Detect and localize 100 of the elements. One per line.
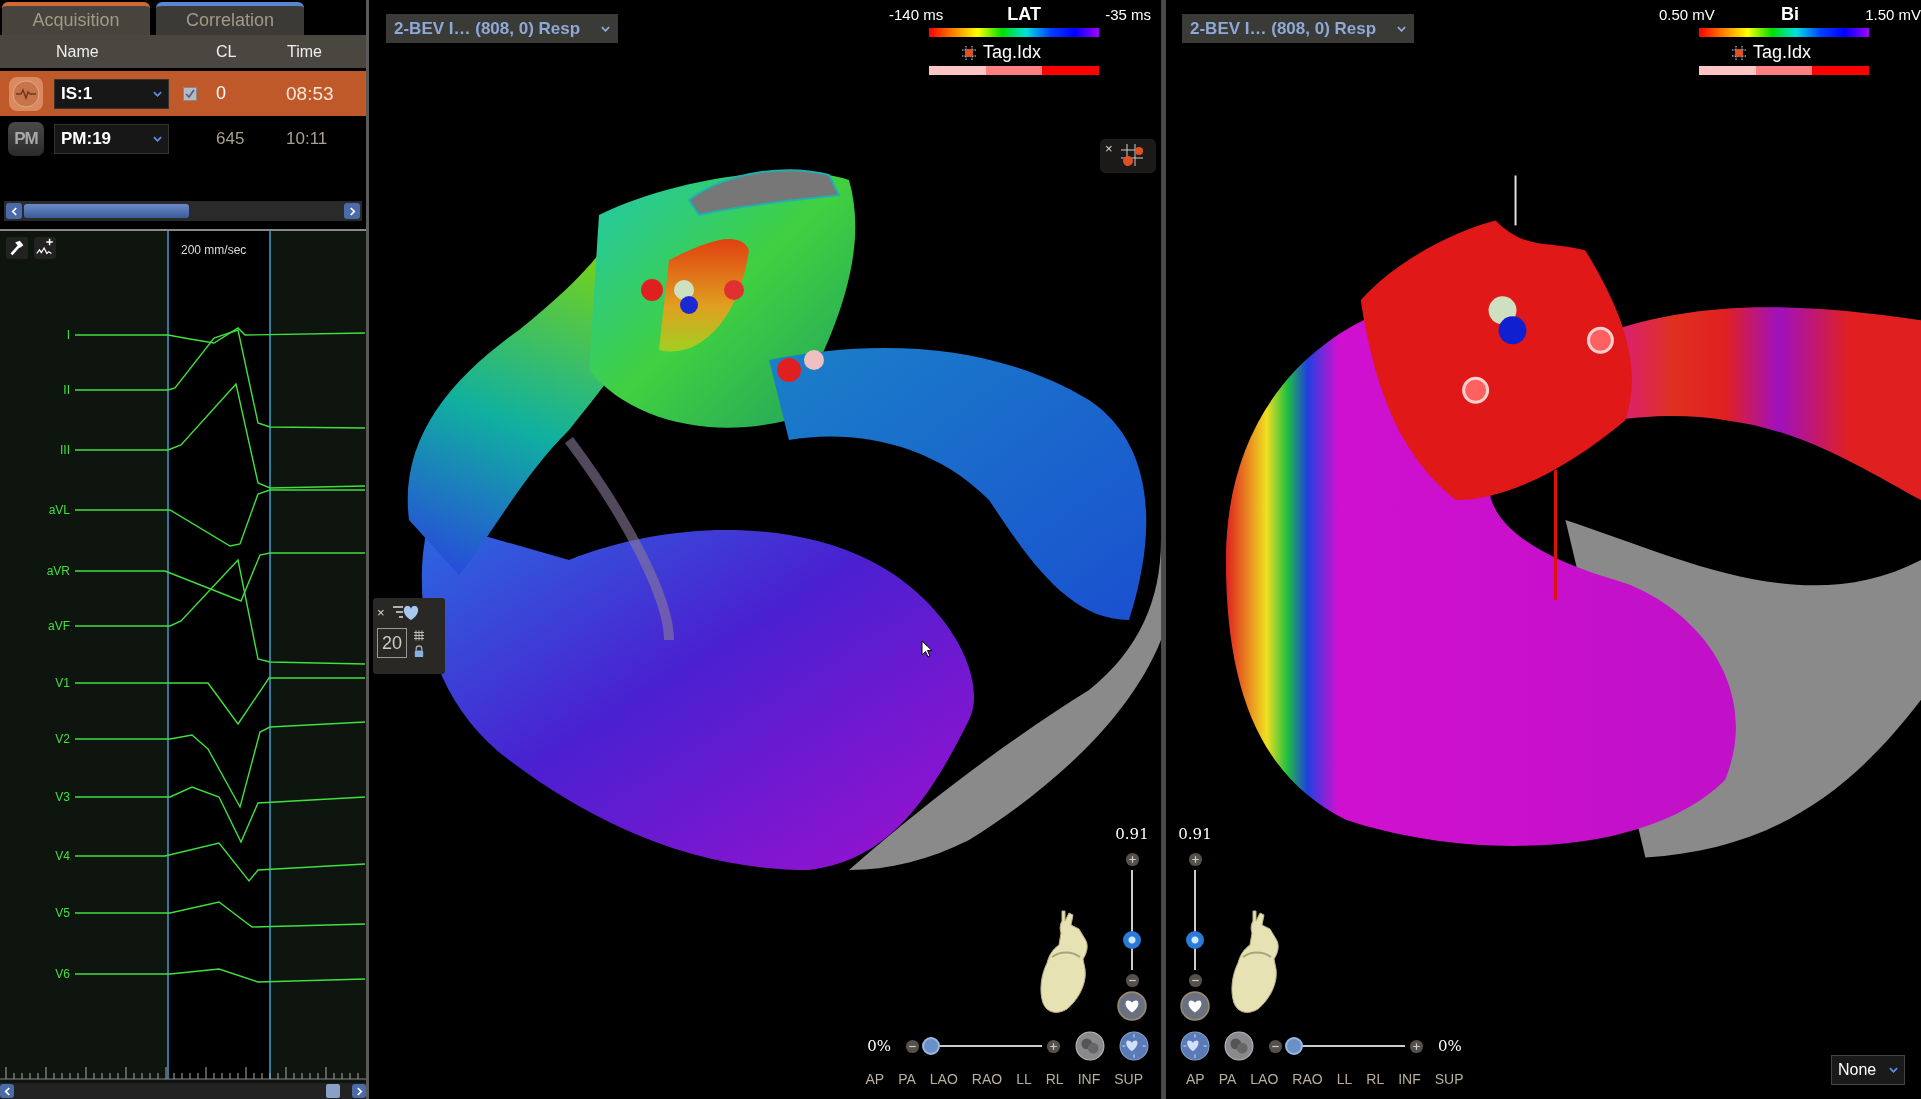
view-button[interactable]: SUP bbox=[1108, 1071, 1149, 1087]
slider-thumb[interactable] bbox=[1123, 931, 1141, 949]
heart-clock-button[interactable] bbox=[1119, 1031, 1149, 1061]
scrollbar[interactable] bbox=[4, 201, 362, 221]
zoom-in-icon[interactable] bbox=[1187, 852, 1203, 867]
column-header: Name bbox=[56, 42, 99, 61]
chevron-left-icon bbox=[3, 1086, 11, 1096]
mapped-surface[interactable] bbox=[407, 169, 856, 575]
cardiac-surface-drawing[interactable] bbox=[1225, 220, 1921, 858]
close-button[interactable]: × bbox=[377, 605, 385, 619]
table-row[interactable]: PM PM:19 645 10:11 bbox=[0, 116, 366, 161]
view-button[interactable]: PA bbox=[1212, 1071, 1243, 1087]
mapped-surface[interactable] bbox=[769, 348, 1147, 620]
lock-icon[interactable] bbox=[413, 644, 425, 658]
view-button[interactable]: RAO bbox=[965, 1071, 1009, 1087]
column-header: CL bbox=[216, 42, 237, 61]
signal-icon bbox=[8, 75, 44, 112]
scroll-right-button[interactable] bbox=[344, 203, 360, 219]
scroll-left-button[interactable] bbox=[0, 1084, 14, 1098]
slider-thumb[interactable] bbox=[1186, 931, 1204, 949]
view-button[interactable]: RAO bbox=[1286, 1071, 1329, 1087]
axis-line bbox=[1514, 174, 1517, 227]
table-cell: 0 bbox=[216, 83, 226, 104]
caret-icon bbox=[1397, 25, 1406, 32]
tag-marker[interactable] bbox=[724, 280, 744, 300]
map-selector-dropdown[interactable]: 2-BEV I… (808, 0) Resp bbox=[386, 14, 618, 43]
lead-label: V2 bbox=[55, 732, 70, 746]
view-button[interactable]: AP bbox=[1180, 1071, 1211, 1087]
view-button[interactable]: LAO bbox=[1244, 1071, 1285, 1087]
lead-label: aVR bbox=[46, 564, 70, 578]
close-button[interactable]: × bbox=[1105, 142, 1113, 155]
scroll-thumb[interactable] bbox=[24, 204, 189, 218]
opacity-value: 0.91 bbox=[1178, 825, 1212, 843]
scale-max-label: -35 ms bbox=[1105, 6, 1151, 23]
hammer-icon[interactable] bbox=[6, 237, 28, 259]
scale-min-label: -140 ms bbox=[889, 6, 944, 23]
sphere-button[interactable] bbox=[1224, 1031, 1254, 1061]
view-button[interactable]: LAO bbox=[923, 1071, 964, 1087]
map-type-label: Bi bbox=[1781, 4, 1799, 25]
tag-marker[interactable] bbox=[1586, 326, 1614, 354]
slider-thumb[interactable] bbox=[1285, 1037, 1303, 1055]
view-button[interactable]: SUP bbox=[1428, 1071, 1470, 1087]
scroll-right-button[interactable] bbox=[352, 1084, 366, 1098]
tag-index-label: Tag.Idx bbox=[983, 42, 1042, 63]
catheter-tip-drawing bbox=[1488, 296, 1527, 345]
tag-marker[interactable] bbox=[641, 279, 663, 301]
heart-button[interactable] bbox=[1180, 991, 1210, 1021]
map-selector-dropdown[interactable]: 2-BEV I… (808, 0) Resp bbox=[1182, 14, 1414, 43]
view-button[interactable]: RL bbox=[1039, 1071, 1070, 1087]
tag-marker[interactable] bbox=[804, 350, 824, 370]
point-count-field[interactable]: 20 bbox=[377, 628, 407, 658]
increase-icon[interactable] bbox=[1046, 1038, 1061, 1054]
tag-marker[interactable] bbox=[1462, 376, 1490, 404]
filter-dropdown[interactable]: None bbox=[1831, 1055, 1905, 1085]
blend-value: 0% bbox=[867, 1037, 891, 1055]
tag-grid-icon[interactable] bbox=[1118, 142, 1145, 168]
name-dropdown[interactable]: PM:19 bbox=[54, 123, 169, 154]
column-header: Time bbox=[287, 42, 322, 61]
tag-grid-icon bbox=[1731, 44, 1747, 61]
lead-label: aVL bbox=[48, 503, 70, 517]
pacing-badge: PM bbox=[8, 121, 44, 156]
heart-clock-button[interactable] bbox=[1180, 1031, 1210, 1061]
view-button[interactable]: INF bbox=[1071, 1071, 1107, 1087]
map-type-label: LAT bbox=[1007, 4, 1041, 25]
zoom-out-icon[interactable] bbox=[1187, 973, 1203, 988]
add-trace-icon[interactable] bbox=[34, 237, 56, 259]
scroll-thumb[interactable] bbox=[326, 1084, 340, 1098]
zoom-in-icon[interactable] bbox=[1124, 852, 1140, 867]
lead-label: V3 bbox=[55, 790, 70, 804]
scrollbar[interactable] bbox=[0, 1083, 366, 1099]
tag-marker[interactable] bbox=[777, 358, 801, 382]
view-button[interactable]: AP bbox=[859, 1071, 891, 1087]
grid-icon[interactable] bbox=[413, 628, 425, 642]
mouse-cursor-icon bbox=[921, 640, 933, 658]
sphere-button[interactable] bbox=[1075, 1031, 1105, 1061]
caret-icon bbox=[601, 25, 610, 32]
decrease-icon[interactable] bbox=[905, 1038, 920, 1054]
view-button[interactable]: RL bbox=[1360, 1071, 1391, 1087]
blend-value: 0% bbox=[1438, 1037, 1462, 1055]
caret-icon bbox=[153, 90, 162, 97]
view-button[interactable]: LL bbox=[1010, 1071, 1038, 1087]
slider-thumb[interactable] bbox=[922, 1037, 940, 1055]
table-cell: 10:11 bbox=[286, 128, 328, 149]
scroll-left-button[interactable] bbox=[6, 203, 22, 219]
view-button[interactable]: PA bbox=[892, 1071, 922, 1087]
tab[interactable]: Correlation bbox=[156, 2, 304, 35]
decrease-icon[interactable] bbox=[1268, 1038, 1283, 1054]
zoom-out-icon[interactable] bbox=[1124, 973, 1140, 988]
view-button[interactable]: INF bbox=[1392, 1071, 1427, 1087]
table-row[interactable]: IS:1 0 08:53 bbox=[0, 71, 366, 116]
lead-label: I bbox=[66, 328, 70, 342]
checkbox[interactable] bbox=[183, 86, 197, 101]
chevron-left-icon bbox=[10, 206, 18, 216]
lead-label: V5 bbox=[55, 906, 70, 920]
increase-icon[interactable] bbox=[1409, 1038, 1424, 1054]
name-dropdown[interactable]: IS:1 bbox=[54, 78, 169, 109]
lead-label: aVF bbox=[48, 619, 70, 633]
view-button[interactable]: LL bbox=[1330, 1071, 1359, 1087]
caret-icon bbox=[1889, 1067, 1898, 1073]
heart-button[interactable] bbox=[1117, 991, 1147, 1021]
